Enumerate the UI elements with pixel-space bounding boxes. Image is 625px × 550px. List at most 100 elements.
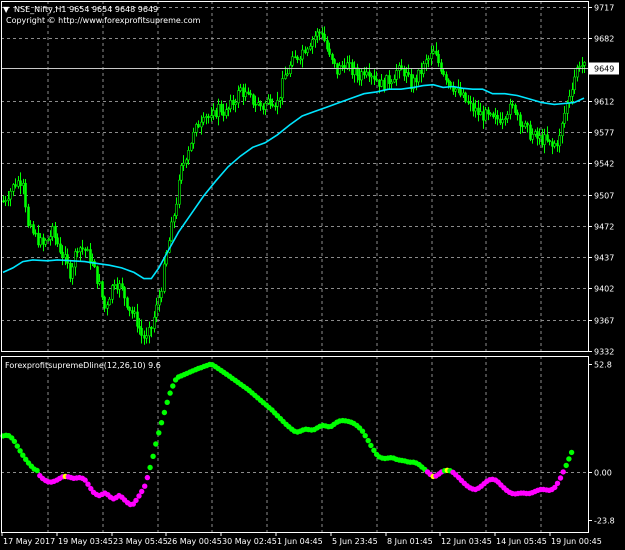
candle-body bbox=[548, 140, 551, 143]
candle-body bbox=[200, 121, 203, 128]
candle-body bbox=[116, 284, 119, 290]
candle-body bbox=[360, 71, 363, 81]
candle-body bbox=[254, 104, 257, 106]
candle-body bbox=[202, 117, 205, 123]
candle-body bbox=[380, 79, 383, 87]
indicator-dot bbox=[144, 474, 151, 481]
candle-body bbox=[96, 266, 99, 284]
candle-body bbox=[170, 221, 173, 242]
symbol-header: NSE_Nifty,H1 9654 9654 9648 9649 bbox=[14, 5, 158, 14]
x-tick-label: 19 Jun 00:45 bbox=[551, 537, 602, 546]
candle-body bbox=[338, 65, 341, 75]
indicator-dot bbox=[359, 428, 366, 434]
candle-body bbox=[454, 88, 457, 92]
candle-body bbox=[259, 102, 262, 107]
candle-body bbox=[578, 66, 581, 68]
candle-body bbox=[173, 215, 176, 223]
candle-body bbox=[333, 59, 336, 64]
indicator-dot bbox=[566, 456, 572, 462]
candle-body bbox=[153, 316, 156, 329]
candle-body bbox=[66, 254, 69, 264]
candle-body bbox=[306, 48, 309, 53]
candle-body bbox=[558, 135, 561, 147]
candle-body bbox=[215, 110, 218, 118]
candle-body bbox=[328, 48, 331, 55]
candle-body bbox=[281, 78, 284, 99]
candle-body bbox=[296, 56, 299, 60]
candle-body bbox=[69, 263, 72, 279]
candle-body bbox=[496, 114, 499, 120]
candle-body bbox=[54, 226, 57, 239]
candle-body bbox=[145, 335, 148, 339]
candle-body bbox=[407, 72, 410, 75]
candle-body bbox=[24, 182, 27, 208]
candle-body bbox=[229, 100, 232, 109]
candle-body bbox=[103, 296, 106, 309]
y-tick-label: 9717 bbox=[594, 4, 614, 13]
indicator-dot bbox=[557, 475, 564, 481]
x-tick-label: 5 Jun 23:45 bbox=[332, 537, 378, 546]
indicator-dot bbox=[560, 469, 566, 475]
candle-body bbox=[7, 198, 10, 201]
indicator-dot bbox=[554, 480, 561, 486]
candle-body bbox=[417, 69, 420, 83]
candle-body bbox=[86, 249, 89, 251]
indicator-dot bbox=[136, 493, 142, 499]
candle-body bbox=[469, 102, 472, 104]
x-tick-label: 14 Jun 05:45 bbox=[496, 537, 547, 546]
indicator-dot bbox=[362, 433, 368, 439]
y-tick-label: 9542 bbox=[594, 160, 614, 169]
candle-body bbox=[212, 110, 215, 116]
candle-body bbox=[59, 243, 62, 253]
candle-body bbox=[44, 240, 47, 245]
candle-body bbox=[279, 97, 282, 101]
candle-body bbox=[185, 159, 188, 164]
candle-body bbox=[158, 297, 161, 306]
candle-body bbox=[447, 79, 450, 83]
indicator-y-tick-label: 0.00 bbox=[594, 469, 612, 478]
candle-body bbox=[247, 91, 250, 94]
y-tick-label: 9577 bbox=[594, 129, 614, 138]
candle-body bbox=[131, 310, 134, 314]
candle-body bbox=[210, 115, 213, 118]
candle-body bbox=[27, 206, 30, 226]
candle-body bbox=[76, 251, 79, 253]
candle-body bbox=[442, 70, 445, 75]
candle-body bbox=[264, 102, 267, 110]
candle-body bbox=[464, 92, 467, 102]
candle-body bbox=[318, 31, 321, 34]
candle-body bbox=[506, 114, 509, 119]
candle-body bbox=[309, 46, 312, 50]
candle-body bbox=[126, 297, 129, 308]
candle-body bbox=[314, 35, 317, 40]
candle-body bbox=[484, 109, 487, 121]
candle-body bbox=[437, 54, 440, 64]
candle-body bbox=[113, 284, 116, 286]
candle-body bbox=[239, 87, 242, 91]
symbol-dropdown-icon[interactable]: ▼ bbox=[3, 5, 10, 14]
candle-body bbox=[368, 71, 371, 77]
candle-body bbox=[160, 291, 163, 298]
indicator-dot bbox=[156, 430, 162, 436]
candle-body bbox=[4, 200, 7, 202]
candle-body bbox=[136, 311, 139, 327]
indicator-dot bbox=[34, 467, 40, 474]
candle-body bbox=[395, 70, 398, 80]
candle-body bbox=[521, 125, 524, 128]
candle-body bbox=[29, 224, 32, 226]
candle-body bbox=[323, 33, 326, 41]
candle-body bbox=[101, 281, 104, 298]
candle-body bbox=[242, 87, 245, 97]
candle-body bbox=[271, 104, 274, 107]
candle-body bbox=[163, 263, 166, 292]
candle-body bbox=[501, 119, 504, 124]
candle-body bbox=[291, 56, 294, 66]
candle-body bbox=[514, 104, 517, 113]
candle-body bbox=[445, 74, 448, 81]
y-tick-label: 9472 bbox=[594, 223, 614, 232]
y-tick-label: 9507 bbox=[594, 192, 614, 201]
candle-body bbox=[546, 134, 549, 141]
y-tick-label: 9367 bbox=[594, 317, 614, 326]
indicator-dot bbox=[170, 383, 176, 389]
chart-canvas: 9717 9682 9612 9577 9542 9507 9472 9437 9402 9367… bbox=[0, 0, 625, 550]
